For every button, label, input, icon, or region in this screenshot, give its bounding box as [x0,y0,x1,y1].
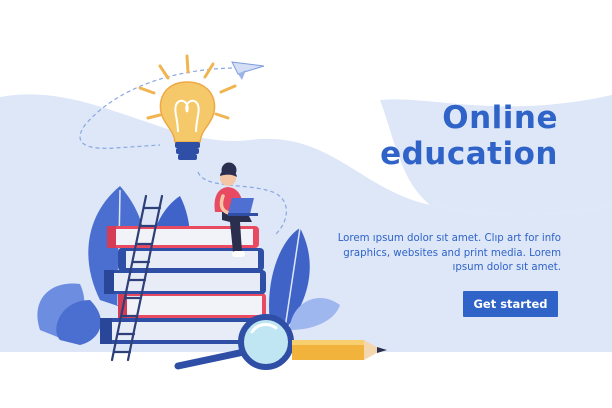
title-line-1: Online [442,100,558,136]
page-title: Online education [380,100,558,172]
title-line-2: education [380,136,558,172]
get-started-button[interactable]: Get started [463,291,558,317]
paper-plane-icon [231,61,265,80]
hero-illustration [0,54,612,408]
hero-description: Lorem ıpsum dolor sıt amet. Clıp art for… [337,233,561,274]
